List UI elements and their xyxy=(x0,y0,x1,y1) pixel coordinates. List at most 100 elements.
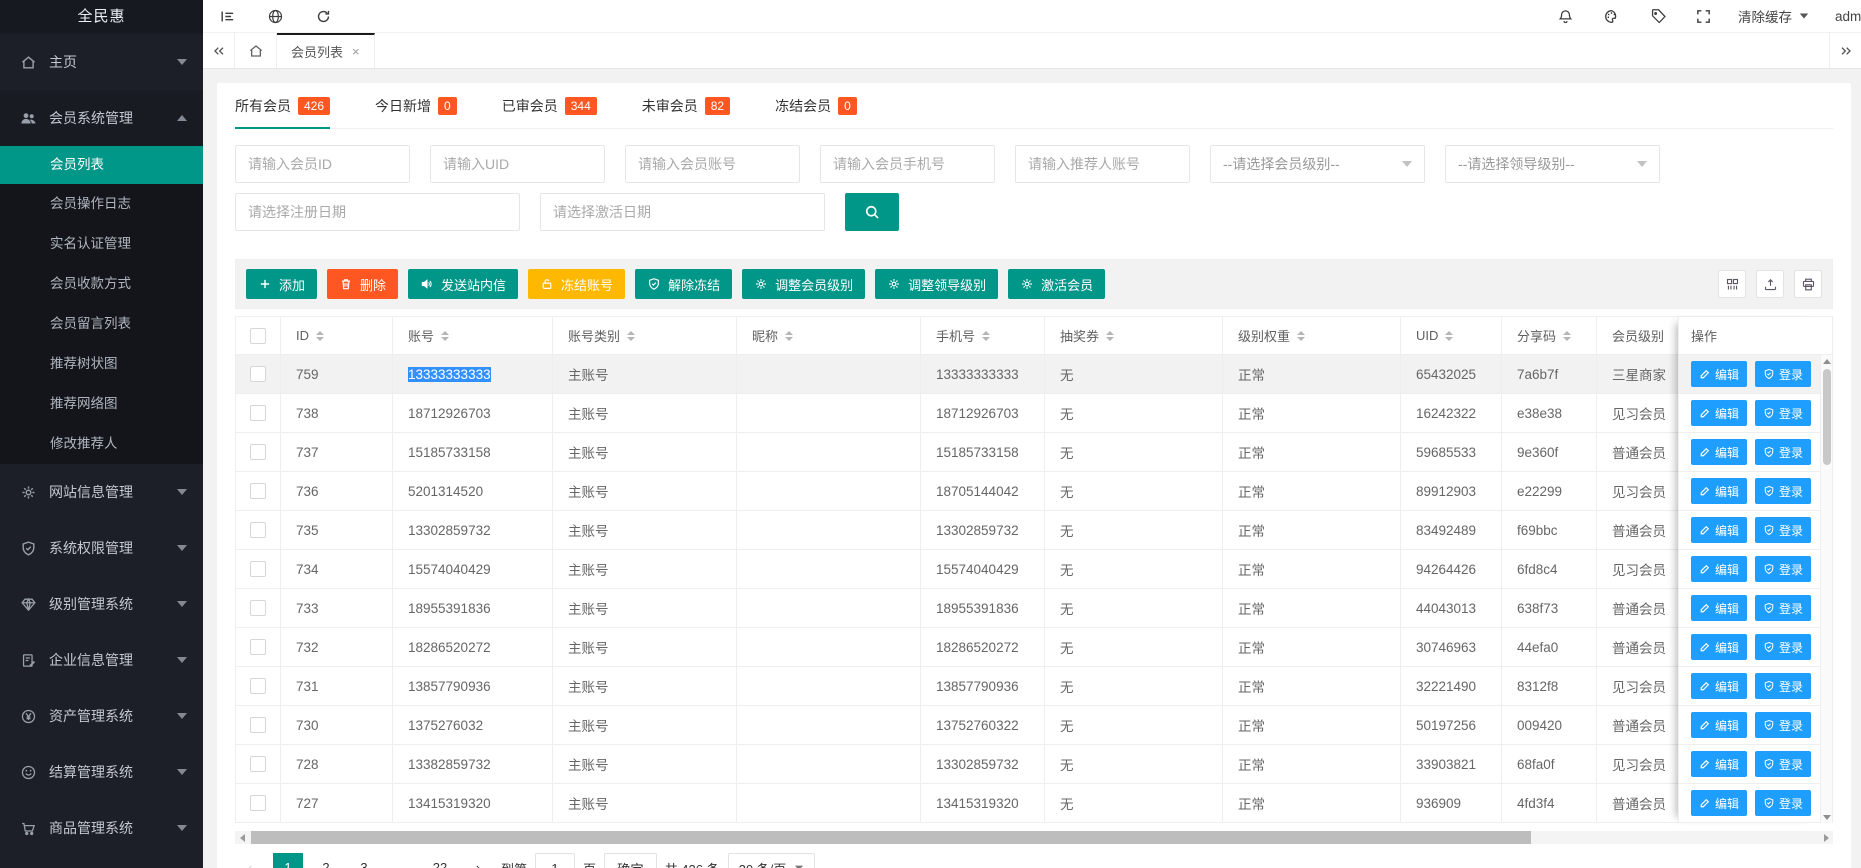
column-header-lottery[interactable]: 抽奖券 xyxy=(1045,317,1223,355)
scroll-down-arrow[interactable] xyxy=(1821,811,1833,823)
scroll-up-arrow[interactable] xyxy=(1821,355,1833,367)
send-message-button[interactable]: 发送站内信 xyxy=(408,269,518,299)
home-tab[interactable] xyxy=(235,33,277,68)
tabs-scroll-right-button[interactable] xyxy=(1829,33,1861,68)
sidebar-item-products[interactable]: 商品管理系统 xyxy=(0,800,203,856)
edit-button[interactable]: 编辑 xyxy=(1691,556,1747,582)
sidebar-toggle-button[interactable] xyxy=(203,0,251,33)
page-3[interactable]: 3 xyxy=(349,853,379,868)
login-as-button[interactable]: 登录 xyxy=(1755,556,1811,582)
sidebar-item-member-system[interactable]: 会员系统管理 xyxy=(0,90,203,146)
login-as-button[interactable]: 登录 xyxy=(1755,400,1811,426)
edit-button[interactable]: 编辑 xyxy=(1691,751,1747,777)
column-header-account[interactable]: 账号 xyxy=(393,317,553,355)
sidebar-item-assets[interactable]: 资产管理系统 xyxy=(0,688,203,744)
tag-button[interactable] xyxy=(1634,0,1680,33)
column-header-share-code[interactable]: 分享码 xyxy=(1502,317,1597,355)
scrollbar-thumb[interactable] xyxy=(251,831,1531,844)
add-button[interactable]: 添加 xyxy=(246,269,317,299)
login-as-button[interactable]: 登录 xyxy=(1755,517,1811,543)
sort-icon[interactable] xyxy=(627,331,635,341)
row-checkbox[interactable] xyxy=(250,561,266,577)
edit-button[interactable]: 编辑 xyxy=(1691,439,1747,465)
login-as-button[interactable]: 登录 xyxy=(1755,439,1811,465)
sidebar-subitem-member-op-log[interactable]: 会员操作日志 xyxy=(0,184,203,224)
close-icon[interactable]: × xyxy=(352,45,360,58)
referrer-input[interactable] xyxy=(1015,145,1190,183)
row-checkbox[interactable] xyxy=(250,444,266,460)
row-checkbox[interactable] xyxy=(250,639,266,655)
sidebar-subitem-referral-network[interactable]: 推荐网络图 xyxy=(0,384,203,424)
stat-tab-frozen[interactable]: 冻结会员 0 xyxy=(775,83,857,128)
site-home-button[interactable] xyxy=(251,0,299,33)
edit-button[interactable]: 编辑 xyxy=(1691,517,1747,543)
edit-button[interactable]: 编辑 xyxy=(1691,790,1747,816)
sort-icon[interactable] xyxy=(316,331,324,341)
phone-input[interactable] xyxy=(820,145,995,183)
unfreeze-button[interactable]: 解除冻结 xyxy=(635,269,732,299)
row-checkbox[interactable] xyxy=(250,405,266,421)
per-page-select[interactable]: 20 条/页 xyxy=(728,853,816,868)
activate-member-button[interactable]: 激活会员 xyxy=(1008,269,1105,299)
scroll-right-arrow[interactable] xyxy=(1819,831,1833,844)
theme-button[interactable] xyxy=(1588,0,1634,33)
edit-button[interactable]: 编辑 xyxy=(1691,478,1747,504)
row-checkbox[interactable] xyxy=(250,483,266,499)
login-as-button[interactable]: 登录 xyxy=(1755,790,1811,816)
row-checkbox[interactable] xyxy=(250,717,266,733)
stat-tab-all-members[interactable]: 所有会员 426 xyxy=(235,83,330,128)
page-22[interactable]: 22 xyxy=(425,853,455,868)
member-id-input[interactable] xyxy=(235,145,410,183)
tabs-scroll-left-button[interactable] xyxy=(203,33,235,68)
stat-tab-unaudited[interactable]: 未审会员 82 xyxy=(642,83,730,128)
vertical-scrollbar[interactable] xyxy=(1820,355,1832,823)
sidebar-subitem-payment-methods[interactable]: 会员收款方式 xyxy=(0,264,203,304)
sidebar-item-home[interactable]: 主页 xyxy=(0,34,203,90)
row-checkbox[interactable] xyxy=(250,795,266,811)
column-header-id[interactable]: ID xyxy=(281,317,393,355)
sidebar-subitem-realname-audit[interactable]: 实名认证管理 xyxy=(0,224,203,264)
register-date-input[interactable] xyxy=(235,193,520,231)
sidebar-item-enterprise-info[interactable]: 企业信息管理 xyxy=(0,632,203,688)
notifications-button[interactable] xyxy=(1542,0,1588,33)
tab-member-list[interactable]: 会员列表 × xyxy=(277,33,375,68)
fullscreen-button[interactable] xyxy=(1680,0,1726,33)
sort-icon[interactable] xyxy=(785,331,793,341)
prev-page-button[interactable]: ‹ xyxy=(235,853,265,868)
uid-input[interactable] xyxy=(430,145,605,183)
sort-icon[interactable] xyxy=(1445,331,1453,341)
horizontal-scrollbar[interactable] xyxy=(235,831,1833,844)
edit-button[interactable]: 编辑 xyxy=(1691,595,1747,621)
sort-icon[interactable] xyxy=(1106,331,1114,341)
freeze-account-button[interactable]: 冻结账号 xyxy=(528,269,625,299)
row-checkbox[interactable] xyxy=(250,366,266,382)
login-as-button[interactable]: 登录 xyxy=(1755,712,1811,738)
page-2[interactable]: 2 xyxy=(311,853,341,868)
jump-confirm-button[interactable]: 确定 xyxy=(604,853,657,868)
row-checkbox[interactable] xyxy=(250,522,266,538)
jump-page-input[interactable] xyxy=(535,853,575,868)
row-checkbox[interactable] xyxy=(250,600,266,616)
sidebar-item-settlement[interactable]: 结算管理系统 xyxy=(0,744,203,800)
member-level-select[interactable]: --请选择会员级别-- xyxy=(1210,145,1425,183)
column-settings-button[interactable] xyxy=(1718,270,1746,298)
login-as-button[interactable]: 登录 xyxy=(1755,751,1811,777)
login-as-button[interactable]: 登录 xyxy=(1755,361,1811,387)
column-header-phone[interactable]: 手机号 xyxy=(921,317,1045,355)
account-input[interactable] xyxy=(625,145,800,183)
scrollbar-thumb[interactable] xyxy=(1823,369,1831,465)
select-all-checkbox[interactable] xyxy=(250,328,266,344)
login-as-button[interactable]: 登录 xyxy=(1755,595,1811,621)
login-as-button[interactable]: 登录 xyxy=(1755,478,1811,504)
sort-icon[interactable] xyxy=(982,331,990,341)
login-as-button[interactable]: 登录 xyxy=(1755,673,1811,699)
adjust-leader-level-button[interactable]: 调整领导级别 xyxy=(875,269,998,299)
edit-button[interactable]: 编辑 xyxy=(1691,712,1747,738)
activate-date-input[interactable] xyxy=(540,193,825,231)
sidebar-item-site-info[interactable]: 网站信息管理 xyxy=(0,464,203,520)
column-header-uid[interactable]: UID xyxy=(1401,317,1502,355)
edit-button[interactable]: 编辑 xyxy=(1691,400,1747,426)
sidebar-item-level-system[interactable]: 级别管理系统 xyxy=(0,576,203,632)
page-1[interactable]: 1 xyxy=(273,853,303,868)
export-button[interactable] xyxy=(1756,270,1784,298)
